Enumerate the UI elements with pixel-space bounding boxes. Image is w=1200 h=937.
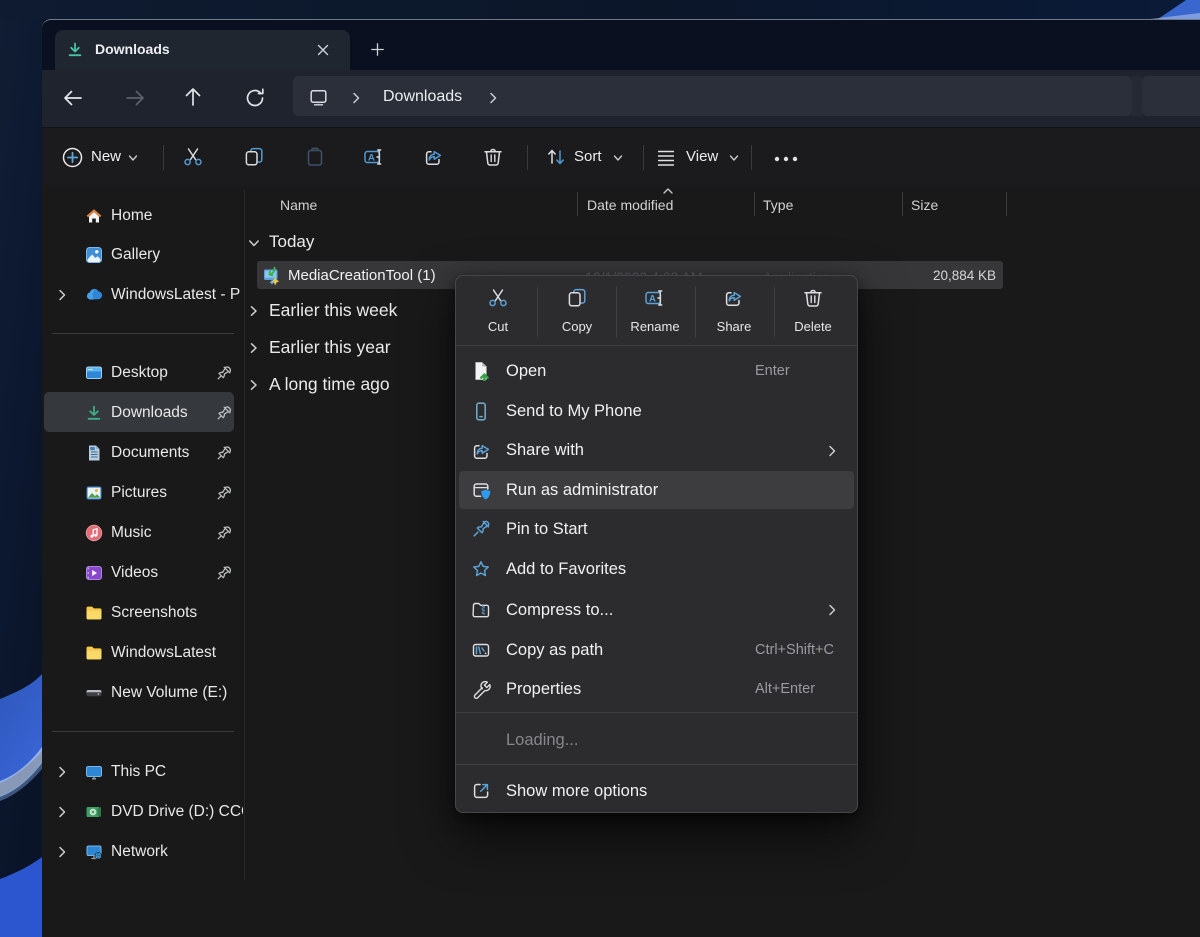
- svg-text:A: A: [368, 153, 375, 164]
- svg-text:A: A: [649, 294, 656, 305]
